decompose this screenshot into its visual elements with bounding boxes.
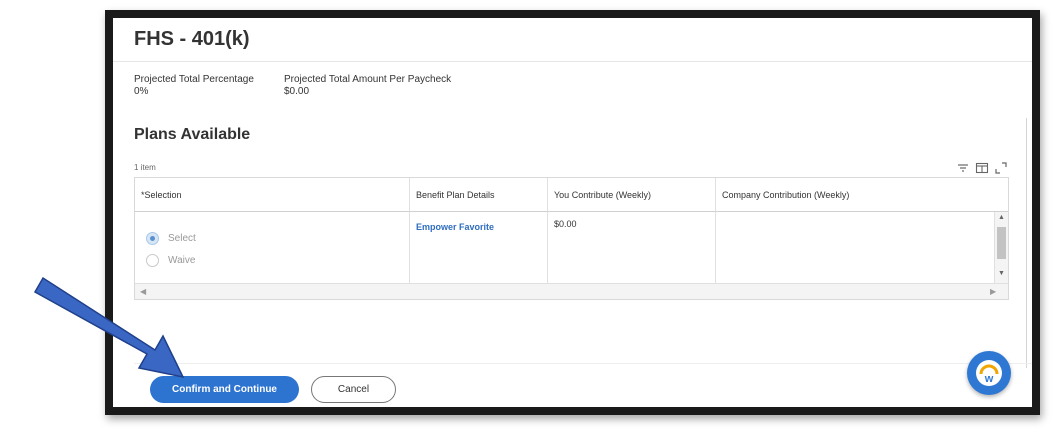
vertical-scrollbar[interactable]: ▲ ▼: [994, 212, 1008, 284]
page-header: FHS - 401(k): [113, 18, 1032, 62]
scroll-thumb[interactable]: [997, 227, 1006, 259]
horizontal-scrollbar[interactable]: ◀ ▶: [135, 283, 1008, 299]
you-contribute-cell: $0.00: [548, 212, 716, 284]
column-icon[interactable]: [975, 161, 989, 175]
expand-icon[interactable]: [994, 161, 1008, 175]
help-button[interactable]: w: [967, 351, 1011, 395]
footer-divider: [134, 363, 1032, 364]
column-header-plan-details[interactable]: Benefit Plan Details: [410, 178, 548, 212]
benefits-panel: FHS - 401(k) Projected Total Percentage …: [113, 18, 1032, 407]
cancel-button[interactable]: Cancel: [311, 376, 396, 403]
column-header-you-contribute[interactable]: You Contribute (Weekly): [548, 178, 716, 212]
page-scrollbar-track: [1026, 118, 1027, 368]
company-contribution-cell: [716, 212, 995, 284]
column-header-company-contribution[interactable]: Company Contribution (Weekly): [716, 178, 1008, 212]
plan-details-cell: Empower Favorite: [410, 212, 548, 284]
help-icon: w: [976, 360, 1002, 386]
plans-table: *Selection Benefit Plan Details You Cont…: [134, 177, 1009, 300]
plan-link[interactable]: Empower Favorite: [416, 222, 494, 232]
annotation-arrow: [33, 276, 185, 379]
scroll-down-icon[interactable]: ▼: [998, 270, 1005, 277]
you-contribute-value: $0.00: [554, 219, 577, 229]
filter-icon[interactable]: [956, 161, 970, 175]
projected-amount-value: $0.00: [284, 86, 310, 97]
scroll-right-icon[interactable]: ▶: [990, 287, 996, 296]
scroll-up-icon[interactable]: ▲: [998, 214, 1005, 221]
help-letter: w: [984, 373, 994, 385]
projected-amount-label: Projected Total Amount Per Paycheck: [284, 74, 452, 85]
